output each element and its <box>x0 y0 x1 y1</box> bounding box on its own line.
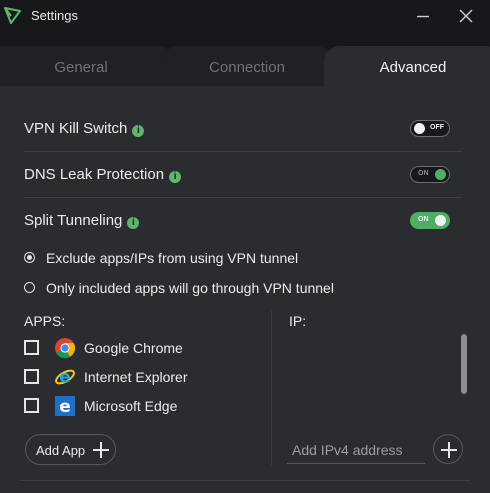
toggle-state-text: OFF <box>430 124 444 131</box>
split-tunneling-text: Split Tunneling <box>24 212 123 229</box>
split-tunneling-label: Split Tunneling i <box>24 212 140 229</box>
toggle-knob <box>435 169 446 180</box>
app-checkbox[interactable] <box>24 398 39 413</box>
app-name: Microsoft Edge <box>84 398 178 414</box>
plus-icon <box>93 442 109 458</box>
toggle-knob <box>414 123 425 134</box>
close-icon <box>459 9 473 23</box>
app-checkbox[interactable] <box>24 340 39 355</box>
add-app-button[interactable]: Add App <box>25 434 116 465</box>
kill-switch-text: VPN Kill Switch <box>24 120 128 137</box>
ip-section-label: IP: <box>289 313 307 329</box>
title-bar: Settings <box>0 0 490 32</box>
tab-connection[interactable]: Connection <box>162 46 332 86</box>
minimize-button[interactable] <box>411 4 435 28</box>
dns-leak-label: DNS Leak Protection i <box>24 166 182 183</box>
toggle-state-text: ON <box>418 170 429 177</box>
split-tunneling-toggle[interactable]: ON <box>410 212 450 229</box>
dns-leak-text: DNS Leak Protection <box>24 166 165 183</box>
add-app-label: Add App <box>36 443 86 458</box>
radio-selected-dot <box>27 255 32 260</box>
app-checkbox[interactable] <box>24 369 39 384</box>
split-tunneling-row: Split Tunneling i ON <box>24 198 462 244</box>
dns-leak-toggle[interactable]: ON <box>410 166 450 183</box>
toggle-state-text: ON <box>418 216 429 223</box>
apps-section-label: APPS: <box>24 313 66 329</box>
info-icon[interactable]: i <box>132 125 145 137</box>
radio-exclude-label: Exclude apps/IPs from using VPN tunnel <box>46 250 299 266</box>
chrome-icon <box>55 338 76 359</box>
ip-list-scroll-thumb[interactable] <box>461 334 467 394</box>
svg-text:e: e <box>59 368 71 388</box>
toggle-knob <box>435 215 446 226</box>
kill-switch-toggle[interactable]: OFF <box>410 120 450 137</box>
radio-include-only-label: Only included apps will go through VPN t… <box>46 280 334 296</box>
tab-general[interactable]: General <box>0 46 174 86</box>
app-logo-icon <box>4 7 21 24</box>
info-icon[interactable]: i <box>127 217 140 229</box>
app-name: Internet Explorer <box>84 369 188 385</box>
ipv4-address-input[interactable] <box>287 436 425 464</box>
dns-leak-row: DNS Leak Protection i ON <box>24 152 462 198</box>
svg-text:e: e <box>59 397 71 417</box>
add-ip-button[interactable] <box>433 434 463 464</box>
radio-button[interactable] <box>24 252 35 263</box>
tab-bar: General Connection Advanced <box>0 32 490 86</box>
internet-explorer-icon: e <box>55 368 75 388</box>
section-divider <box>271 311 272 465</box>
kill-switch-label: VPN Kill Switch i <box>24 120 145 137</box>
kill-switch-row: VPN Kill Switch i OFF <box>24 106 462 152</box>
edge-icon: e <box>55 396 75 417</box>
plus-icon <box>441 442 457 458</box>
bottom-divider <box>20 480 470 481</box>
info-icon[interactable]: i <box>169 171 182 183</box>
window-title: Settings <box>31 8 78 23</box>
tab-advanced[interactable]: Advanced <box>324 46 490 86</box>
radio-button[interactable] <box>24 282 35 293</box>
close-button[interactable] <box>454 4 478 28</box>
minimize-icon <box>417 15 429 18</box>
app-name: Google Chrome <box>84 340 183 356</box>
